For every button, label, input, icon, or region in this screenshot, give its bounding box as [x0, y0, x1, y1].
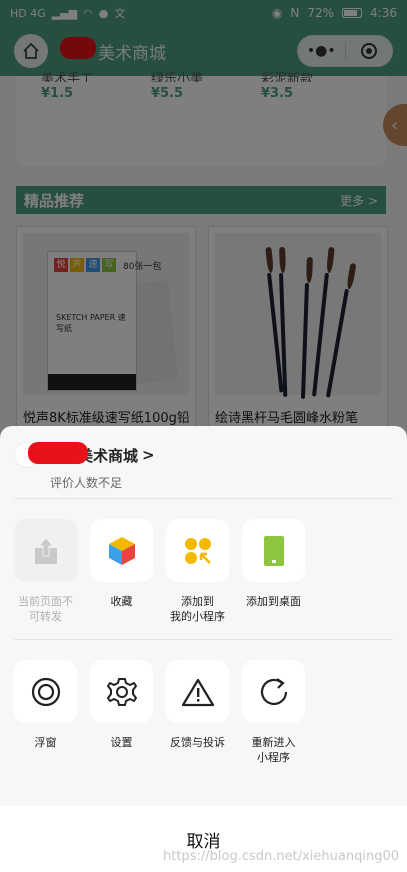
settings-label: 设置 — [110, 736, 133, 749]
miniprogram-name: 美术商城 — [28, 441, 138, 466]
float-window-icon — [31, 677, 60, 706]
action-row-primary: 当前页面不 可转发 收藏 添加到 我的小程序 添加到桌面 — [0, 499, 407, 639]
phone-icon — [263, 535, 284, 566]
gear-icon — [106, 677, 137, 706]
add-desktop-label: 添加到桌面 — [246, 595, 301, 608]
reenter-action[interactable]: 重新进入 小程序 — [242, 660, 305, 780]
rating-text: 评价人数不足 — [50, 476, 123, 490]
share-label: 当前页面不 可转发 — [18, 595, 73, 623]
favorite-action[interactable]: 收藏 — [90, 519, 153, 639]
reenter-label: 重新进入 小程序 — [251, 736, 296, 764]
redaction-mark — [28, 441, 88, 464]
warning-icon — [181, 678, 214, 706]
add-to-my-miniprograms-action[interactable]: 添加到 我的小程序 — [166, 519, 229, 639]
float-window-tile[interactable] — [14, 660, 77, 723]
add-desktop-tile[interactable] — [242, 519, 305, 582]
favorite-label: 收藏 — [110, 595, 133, 608]
settings-tile[interactable] — [90, 660, 153, 723]
float-window-action[interactable]: 浮窗 — [14, 660, 77, 780]
feedback-action[interactable]: 反馈与投诉 — [166, 660, 229, 780]
miniprogram-info[interactable]: 美术商城 > 评价人数不足 — [0, 426, 407, 498]
share-tile — [14, 519, 77, 582]
favorite-tile[interactable] — [90, 519, 153, 582]
add-miniprogram-icon — [184, 537, 211, 564]
add-miniprogram-tile[interactable] — [166, 519, 229, 582]
add-miniprogram-label: 添加到 我的小程序 — [170, 595, 225, 623]
add-to-desktop-action[interactable]: 添加到桌面 — [242, 519, 305, 639]
share-icon — [34, 536, 57, 564]
feedback-tile[interactable] — [166, 660, 229, 723]
refresh-icon — [260, 677, 287, 705]
cancel-label: 取消 — [186, 831, 221, 852]
settings-action[interactable]: 设置 — [90, 660, 153, 780]
action-row-secondary: 浮窗 设置 反馈与投诉 重新进入 小程序 — [0, 640, 407, 780]
feedback-label: 反馈与投诉 — [170, 736, 225, 749]
watermark: https://blog.csdn.net/xiehuanqing00 — [163, 849, 399, 864]
cube-icon — [108, 536, 135, 565]
action-sheet: 美术商城 > 评价人数不足 当前页面不 可转发 收藏 添加到 我的小程序 添加到… — [0, 426, 407, 872]
share-action: 当前页面不 可转发 — [14, 519, 77, 639]
reenter-tile[interactable] — [242, 660, 305, 723]
chevron-right-icon: > — [142, 446, 155, 464]
float-window-label: 浮窗 — [34, 736, 57, 749]
